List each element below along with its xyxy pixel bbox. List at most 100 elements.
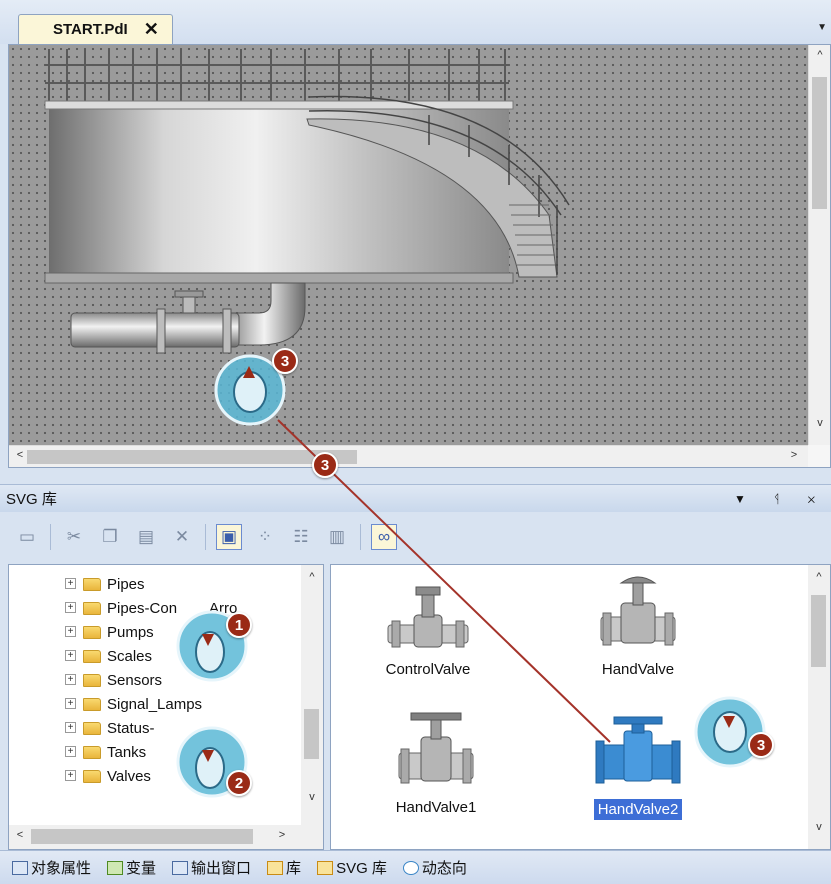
dropdown-arrow-icon[interactable]: ▼ — [817, 22, 827, 33]
tab-label: SVG 库 — [336, 860, 387, 877]
hand-valve-icon — [595, 716, 681, 784]
folder-open-icon — [83, 769, 101, 783]
scroll-right-icon[interactable]: > — [783, 449, 805, 461]
graphics-canvas[interactable] — [9, 45, 808, 445]
tree-item-pumps[interactable]: Pumps — [67, 620, 154, 644]
folder-icon — [83, 673, 101, 687]
editor-vertical-scrollbar[interactable]: ^ v — [808, 45, 830, 445]
scrollbar-thumb[interactable] — [304, 709, 319, 759]
library-item-controlvalve[interactable]: ControlValve — [353, 585, 503, 680]
tree-horizontal-scrollbar[interactable]: < > — [9, 825, 323, 849]
svg-library-panel-header: SVG 库 ▼ ᛩ ✕ — [0, 484, 831, 512]
tree-item-pipes[interactable]: Pipes — [67, 572, 145, 596]
tree-item-scales[interactable]: Scales — [67, 644, 152, 668]
scroll-up-icon[interactable]: ^ — [809, 49, 831, 61]
details-view-icon[interactable]: ▥ — [324, 524, 350, 550]
hand-valve-icon — [398, 712, 474, 784]
panel-window-controls[interactable]: ▼ ᛩ ✕ — [734, 492, 827, 506]
tree-item-tanks[interactable]: Tanks — [67, 740, 146, 764]
folder-icon — [83, 625, 101, 639]
panel-title: SVG 库 — [6, 491, 57, 508]
toolbar-separator — [360, 524, 361, 550]
new-folder-icon[interactable]: ▭ — [14, 524, 40, 550]
tree-vertical-scrollbar[interactable]: ^ v — [301, 565, 323, 825]
tab-output-window[interactable]: 输出窗口 — [166, 854, 257, 882]
library-item-label: ControlValve — [385, 661, 471, 678]
preview-icon[interactable]: ∞ — [371, 524, 397, 550]
folder-icon — [83, 721, 101, 735]
editor-horizontal-scrollbar[interactable]: < > — [9, 445, 808, 467]
tree-item-label: Signal_Lamps — [107, 695, 203, 713]
tab-label: 库 — [286, 860, 302, 877]
scrollbar-thumb[interactable] — [31, 829, 253, 844]
cut-icon[interactable]: ✂ — [61, 524, 87, 550]
tree-item-sensors[interactable]: Sensors — [67, 668, 162, 692]
tab-library[interactable]: 库 — [261, 854, 307, 882]
step-badge-3-line: 3 — [312, 452, 338, 478]
step-badge-3: 3 — [272, 348, 298, 374]
library-item-handvalve2[interactable]: HandValve2 — [563, 715, 713, 821]
paste-icon[interactable]: ▤ — [133, 524, 159, 550]
tree-item-label: Pipes-Con — [107, 599, 178, 617]
toolbar-separator — [205, 524, 206, 550]
library-item-label: HandValve1 — [395, 799, 477, 816]
scrollbar-thumb[interactable] — [812, 77, 827, 209]
step-badge-2: 2 — [226, 770, 252, 796]
scroll-down-icon[interactable]: v — [301, 791, 323, 803]
editor-frame: ^ v < > — [8, 44, 831, 468]
tree-item-pipes-con[interactable]: Pipes-Con Arro — [67, 596, 237, 620]
control-valve-icon — [387, 586, 469, 648]
folder-icon — [83, 649, 101, 663]
items-vertical-scrollbar[interactable]: ^ v — [808, 565, 830, 849]
scroll-up-icon[interactable]: ^ — [301, 571, 323, 583]
tree-item-label: Scales — [107, 647, 153, 665]
tree-item-label: Tanks — [107, 743, 147, 761]
tree-item-status[interactable]: Status- — [67, 716, 155, 740]
scroll-down-icon[interactable]: v — [808, 821, 830, 833]
library-item-handvalve[interactable]: HandValve — [563, 569, 713, 680]
tank-with-stairs-graphic[interactable] — [9, 45, 808, 445]
small-icons-view-icon[interactable]: ⁘ — [252, 524, 278, 550]
library-item-handvalve1[interactable]: HandValve1 — [361, 709, 511, 818]
tab-svg-library[interactable]: SVG 库 — [311, 854, 393, 882]
scroll-right-icon[interactable]: > — [271, 829, 293, 841]
scroll-down-icon[interactable]: v — [809, 417, 831, 429]
tree-item-signal-lamps[interactable]: Signal_Lamps — [67, 692, 202, 716]
tags-icon — [107, 860, 124, 875]
svg-library-toolbar: ▭ ✂ ❐ ▤ ✕ ▣ ⁘ ☷ ▥ ∞ — [0, 514, 831, 560]
close-icon[interactable]: ✕ — [144, 19, 159, 40]
step-badge-1: 1 — [226, 612, 252, 638]
svg-library-icon — [317, 860, 334, 875]
tab-label: 动态向 — [421, 860, 467, 877]
document-tab-start[interactable]: START.PdI ✕ — [18, 14, 173, 44]
library-item-label: HandValve — [601, 661, 675, 678]
scrollbar-thumb[interactable] — [27, 450, 357, 464]
tree-item-label: Sensors — [107, 671, 163, 689]
tree-item-label: Status- — [107, 719, 155, 737]
tree-item-label: Pipes — [107, 575, 145, 593]
library-icon — [267, 860, 284, 875]
folder-icon — [83, 745, 101, 759]
dynamic-wizard-icon — [402, 860, 419, 875]
tree-item-valves[interactable]: Valves — [67, 764, 151, 788]
tab-label: 变量 — [126, 860, 157, 877]
toolbar-separator — [50, 524, 51, 550]
tab-tags[interactable]: 变量 — [101, 854, 162, 882]
tab-dynamic-wizard[interactable]: 动态向 — [397, 854, 473, 882]
scroll-left-icon[interactable]: < — [9, 829, 31, 841]
library-item-label: HandValve2 — [592, 798, 684, 821]
library-folder-tree: + Pipes + Pipes-Con Arro + Pumps + Scales… — [8, 564, 324, 850]
delete-icon[interactable]: ✕ — [169, 524, 195, 550]
folder-icon — [83, 697, 101, 711]
folder-icon — [83, 601, 101, 615]
tree-item-label: Valves — [107, 767, 151, 785]
document-tab-strip: START.PdI ✕ ▼ — [0, 0, 831, 44]
scroll-up-icon[interactable]: ^ — [808, 571, 830, 583]
list-view-icon[interactable]: ☷ — [288, 524, 314, 550]
large-icons-view-icon[interactable]: ▣ — [216, 524, 242, 550]
scrollbar-thumb[interactable] — [811, 595, 826, 667]
tree-item-label: Pumps — [107, 623, 154, 641]
copy-icon[interactable]: ❐ — [97, 524, 123, 550]
tab-label: 对象属性 — [31, 860, 92, 877]
tab-object-properties[interactable]: 对象属性 — [6, 854, 97, 882]
